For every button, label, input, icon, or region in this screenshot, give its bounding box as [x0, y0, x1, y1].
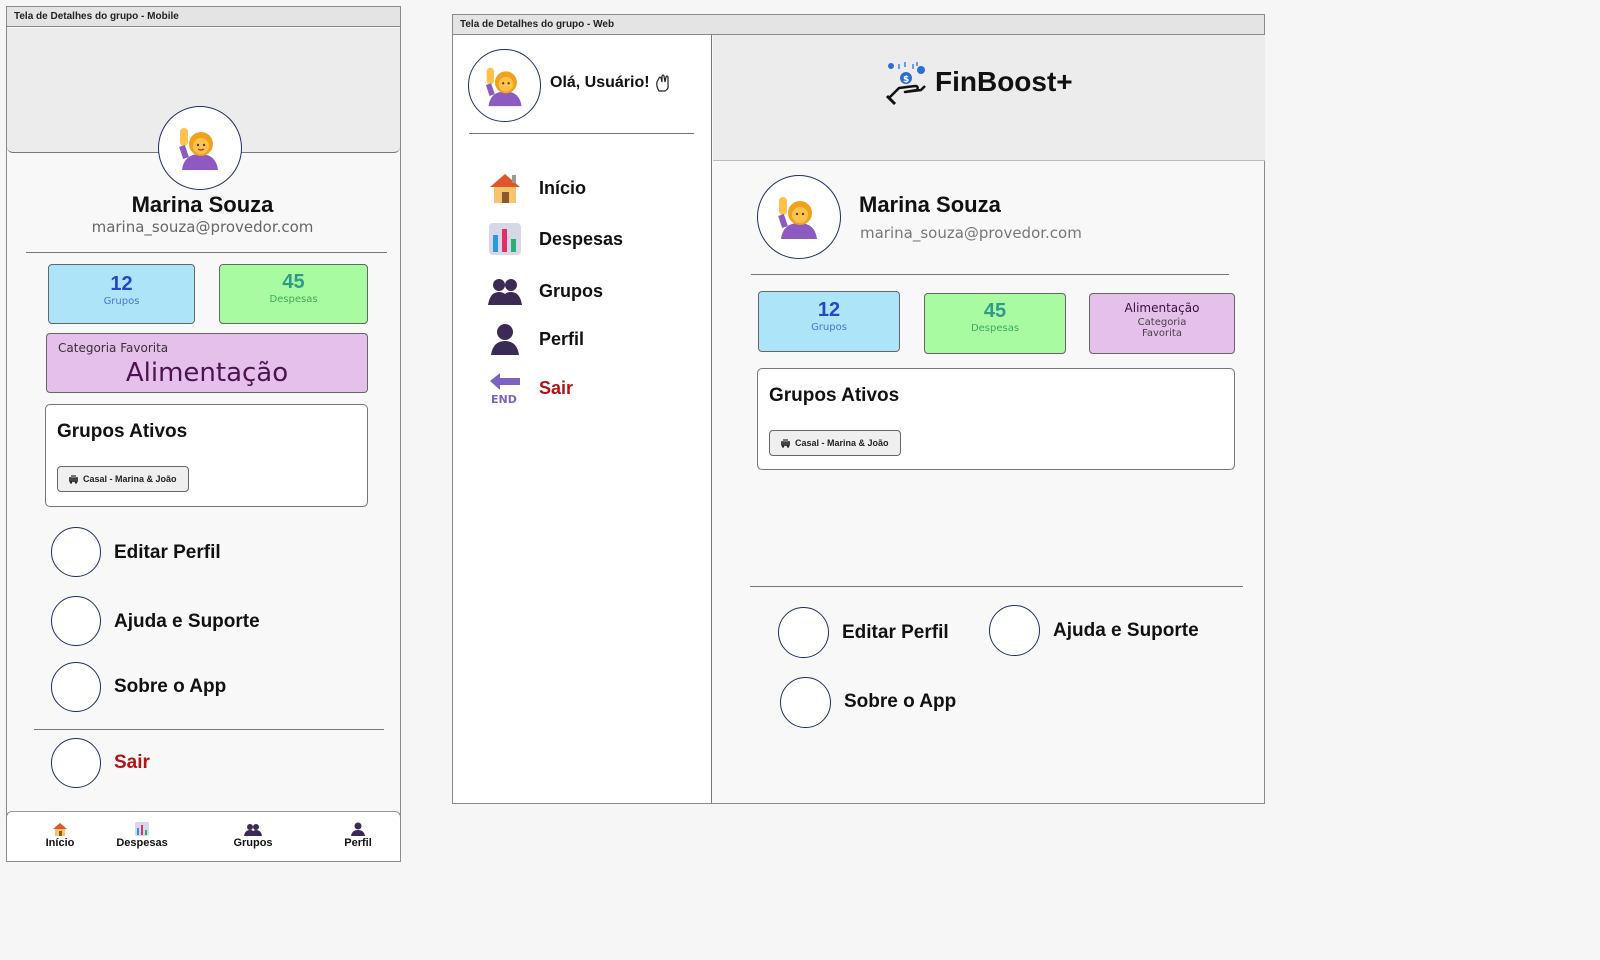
web-greeting: Olá, Usuário!: [550, 74, 671, 92]
mobile-stat-expenses-label: Despesas: [269, 294, 318, 305]
web-stat-expenses-label: Despesas: [970, 323, 1020, 334]
web-sidebar: [453, 35, 712, 803]
web-sidebar-avatar[interactable]: [468, 49, 541, 122]
mobile-about-button[interactable]: Sobre o App: [114, 676, 226, 698]
web-user-name: Marina Souza: [859, 192, 1001, 217]
bottom-nav-inicio[interactable]: Início: [40, 821, 80, 849]
sidebar-item-despesas-label: Despesas: [539, 228, 624, 249]
web-profile-avatar[interactable]: [757, 175, 841, 259]
svg-text:END: END: [491, 393, 517, 405]
sidebar-item-sair-label: Sair: [539, 377, 574, 398]
bottom-nav-perfil[interactable]: Perfil: [338, 821, 378, 849]
bottom-nav-despesas-label: Despesas: [116, 837, 168, 849]
mobile-active-groups-title: Grupos Ativos: [57, 421, 188, 442]
sidebar-item-grupos[interactable]: Grupos: [487, 273, 603, 309]
web-stat-favorite-label-2: Favorita: [1142, 328, 1182, 339]
mobile-logout-button[interactable]: Sair: [114, 752, 150, 774]
mobile-stat-expenses[interactable]: 45 Despesas: [219, 264, 368, 324]
web-user-email: marina_souza@provedor.com: [860, 224, 1082, 242]
web-group-chip[interactable]: Casal - Marina & João: [769, 430, 901, 456]
web-greeting-text: Olá, Usuário!: [550, 74, 650, 91]
bottom-nav-grupos-label: Grupos: [233, 837, 273, 849]
web-stat-expenses-value: 45: [983, 300, 1007, 322]
car-icon: [69, 475, 78, 484]
mobile-divider-top: [26, 252, 387, 253]
web-brand-name: FinBoost+: [935, 66, 1073, 97]
web-divider-bottom: [750, 586, 1243, 587]
users-icon: [488, 279, 522, 305]
user-icon: [351, 822, 365, 836]
mobile-group-chip[interactable]: Casal - Marina & João: [57, 466, 189, 492]
waving-hand-icon: [655, 74, 669, 92]
sidebar-item-inicio-label: Início: [539, 177, 587, 198]
mobile-stat-groups-label: Grupos: [103, 296, 140, 307]
house-icon: [490, 174, 520, 203]
web-edit-profile-button[interactable]: Editar Perfil: [842, 622, 949, 644]
bar-chart-icon: [135, 822, 149, 836]
end-arrow-icon: END: [490, 373, 520, 405]
car-icon: [781, 439, 790, 448]
web-brand: $ FinBoost+: [885, 58, 1073, 106]
bottom-nav-perfil-label: Perfil: [344, 837, 372, 849]
sidebar-item-grupos-label: Grupos: [539, 280, 604, 301]
svg-text:$: $: [903, 75, 909, 85]
mobile-user-name: Marina Souza: [131, 192, 274, 217]
sidebar-item-perfil[interactable]: Perfil: [487, 321, 584, 357]
mobile-help-icon[interactable]: [51, 596, 101, 646]
web-active-groups-card: Grupos Ativos Casal - Marina & João: [757, 368, 1235, 470]
sidebar-item-perfil-label: Perfil: [539, 328, 585, 349]
mobile-avatar[interactable]: [158, 106, 242, 190]
mobile-user-email: marina_souza@provedor.com: [91, 218, 314, 236]
mobile-help-button[interactable]: Ajuda e Suporte: [114, 611, 260, 633]
mobile-stat-groups[interactable]: 12 Grupos: [48, 264, 195, 324]
web-group-chip-label: Casal - Marina & João: [795, 438, 889, 448]
bottom-nav-despesas[interactable]: Despesas: [112, 821, 172, 849]
waving-woman-icon: [179, 128, 218, 170]
web-stat-favorite[interactable]: Alimentação Categoria Favorita: [1089, 293, 1235, 354]
web-edit-profile-icon[interactable]: [778, 607, 829, 658]
web-active-groups-title: Grupos Ativos: [769, 385, 900, 406]
mobile-favorite-value: Alimentação: [125, 358, 289, 388]
mobile-logout-icon[interactable]: [51, 738, 101, 788]
mobile-edit-profile-icon[interactable]: [51, 527, 101, 577]
mobile-frame-title: Tela de Detalhes do grupo - Mobile: [7, 7, 400, 27]
bottom-nav-inicio-label: Início: [45, 837, 75, 849]
mobile-stat-expenses-value: 45: [282, 271, 305, 293]
mobile-divider-bottom: [34, 729, 384, 730]
web-about-icon[interactable]: [780, 677, 831, 728]
web-help-icon[interactable]: [989, 605, 1040, 656]
web-stat-groups[interactable]: 12 Grupos: [758, 291, 900, 352]
mobile-active-groups-card: Grupos Ativos Casal - Marina & João: [45, 404, 368, 507]
sidebar-item-sair[interactable]: END Sair: [487, 370, 573, 406]
mobile-stat-groups-value: 12: [110, 273, 133, 295]
bar-chart-icon: [489, 223, 521, 255]
web-frame-title: Tela de Detalhes do grupo - Web: [453, 15, 1264, 35]
user-icon: [491, 324, 519, 355]
waving-woman-icon: [485, 67, 521, 106]
mobile-edit-profile-button[interactable]: Editar Perfil: [114, 542, 221, 564]
users-icon: [244, 824, 262, 836]
mobile-favorite-category[interactable]: Categoria Favorita Alimentação: [46, 333, 368, 393]
web-stat-groups-value: 12: [817, 299, 841, 321]
mobile-about-icon[interactable]: [51, 662, 101, 712]
web-about-button[interactable]: Sobre o App: [844, 691, 956, 713]
waving-woman-icon: [778, 197, 817, 239]
web-stat-favorite-value: Alimentação: [1124, 301, 1200, 315]
web-sidebar-divider: [469, 133, 694, 134]
mobile-group-chip-label: Casal - Marina & João: [83, 474, 177, 484]
web-divider-top: [751, 274, 1229, 275]
sidebar-item-despesas[interactable]: Despesas: [487, 221, 623, 257]
web-help-button[interactable]: Ajuda e Suporte: [1053, 620, 1199, 642]
sidebar-item-inicio[interactable]: Início: [487, 170, 586, 206]
mobile-favorite-label: Categoria Favorita: [58, 341, 169, 355]
web-stat-groups-label: Grupos: [811, 322, 847, 333]
house-icon: [53, 823, 67, 836]
money-hand-icon: $: [885, 62, 926, 106]
web-stat-favorite-label-1: Categoria: [1137, 317, 1187, 328]
web-stat-expenses[interactable]: 45 Despesas: [924, 293, 1066, 354]
bottom-nav-grupos[interactable]: Grupos: [228, 821, 278, 849]
